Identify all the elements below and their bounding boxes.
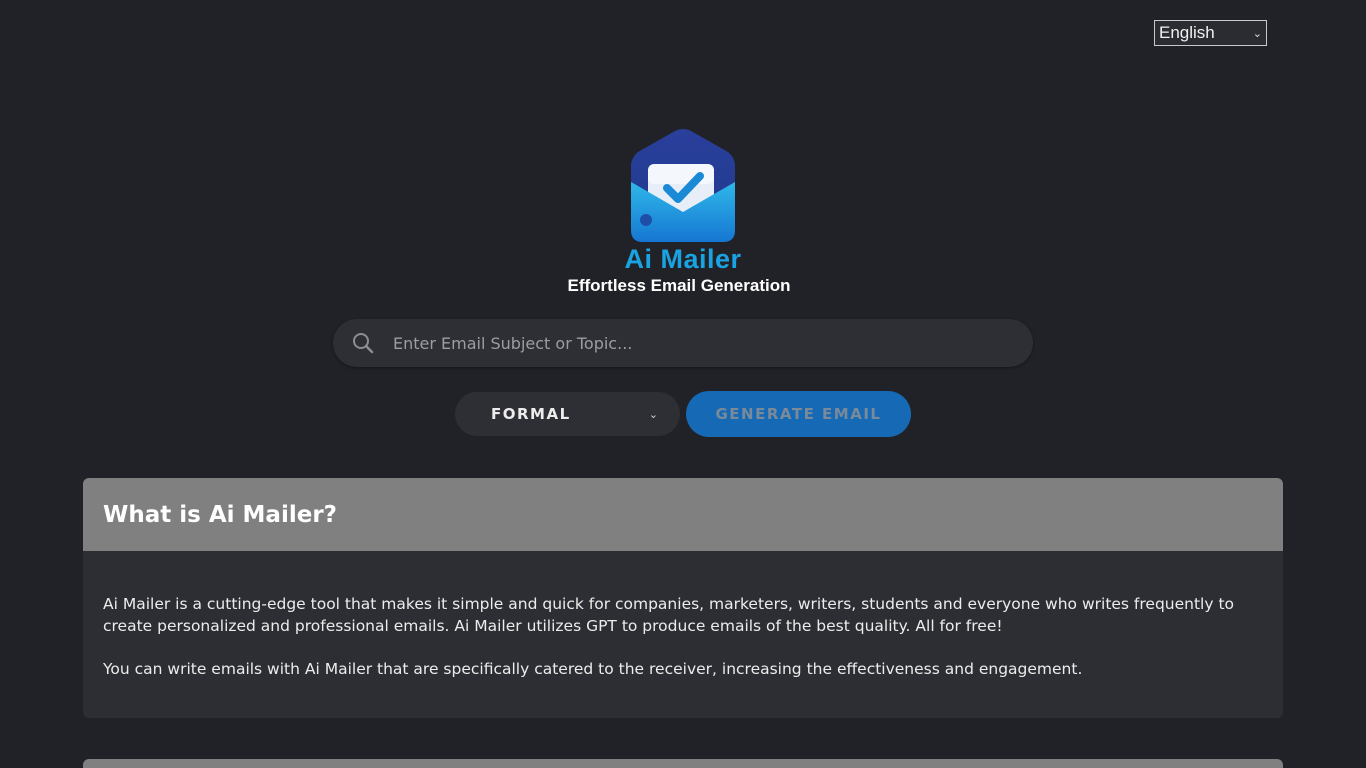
chevron-down-icon: ⌄ (648, 407, 658, 421)
info-paragraph: Ai Mailer is a cutting-edge tool that ma… (103, 595, 1235, 635)
tone-select[interactable]: FORMAL ⌄ (455, 392, 680, 436)
brand-name: Ai Mailer (624, 244, 742, 274)
info-card-header: What is Ai Mailer? (83, 478, 1283, 551)
brand-tagline: Effortless Email Generation (567, 276, 791, 295)
info-card: What is Ai Mailer? Ai Mailer is a cuttin… (83, 478, 1283, 718)
tone-select-value: FORMAL (491, 405, 571, 423)
chevron-down-icon: ⌄ (1252, 27, 1262, 40)
next-card-header (83, 759, 1283, 768)
logo: Ai Mailer Effortless Email Generation (540, 126, 826, 302)
language-select[interactable]: English ⌄ (1154, 20, 1267, 46)
search-input[interactable] (393, 319, 1033, 367)
page: English ⌄ Ai Mailer Effortless Email Gen… (0, 0, 1366, 768)
info-paragraph: You can write emails with Ai Mailer that… (103, 660, 1083, 678)
search-icon (333, 332, 393, 354)
language-select-value: English (1159, 23, 1215, 42)
info-card-body: Ai Mailer is a cutting-edge tool that ma… (83, 551, 1283, 680)
info-card-title: What is Ai Mailer? (103, 501, 337, 528)
generate-email-button[interactable]: GENERATE EMAIL (686, 391, 911, 437)
envelope-check-icon (631, 129, 735, 242)
search-bar (333, 319, 1033, 367)
